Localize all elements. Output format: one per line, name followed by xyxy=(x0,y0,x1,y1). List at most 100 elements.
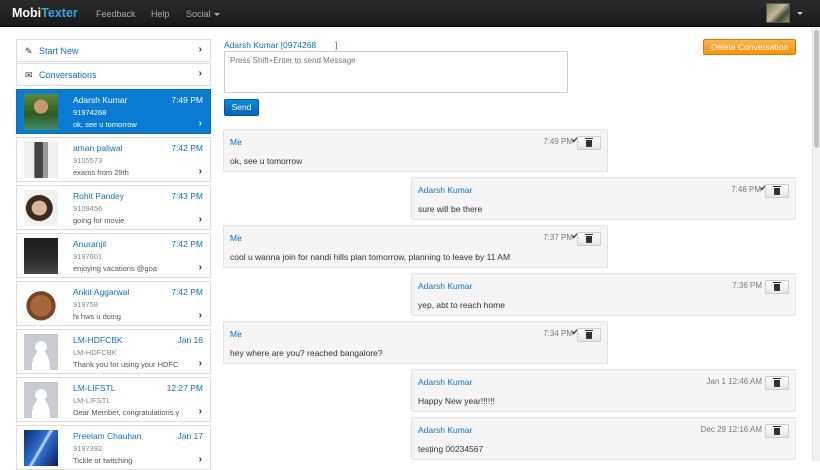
contact-avatar xyxy=(24,286,58,322)
brand-name-part2: Texter xyxy=(41,6,78,20)
contact-number: 9109456 xyxy=(73,204,103,213)
message-time: 7:46 PM xyxy=(731,185,761,194)
caret-down-icon xyxy=(213,13,220,17)
message-bubble: Me 7:49 PM ✔ ok, see u tomorrow xyxy=(223,129,608,172)
chevron-right-icon: › xyxy=(198,44,202,55)
contact-name: LM-LIFSTL xyxy=(73,383,116,393)
conversation-item[interactable]: Rohit Pandey 7:43 PM 9109456 going for m… xyxy=(16,185,211,230)
contact-avatar xyxy=(24,190,58,226)
message-bubble: Adarsh Kumar Jan 1 12:46 AM Happy New ye… xyxy=(411,369,796,412)
conversation-time: 7:42 PM xyxy=(171,143,203,153)
chevron-right-icon: › xyxy=(198,454,202,465)
pencil-icon: ✎ xyxy=(25,46,33,56)
message-time: 7:36 PM xyxy=(732,281,762,290)
message-sender: Adarsh Kumar xyxy=(418,281,473,291)
chevron-right-icon: › xyxy=(198,166,202,177)
conversation-time: 7:49 PM xyxy=(171,95,203,105)
trash-icon xyxy=(585,138,593,147)
delete-message-button[interactable] xyxy=(765,424,789,438)
message-snippet: exams from 29th xyxy=(73,168,129,177)
message-time: 7:34 PM xyxy=(543,329,573,338)
contact-name: Adarsh Kumar xyxy=(73,95,128,105)
conversation-item[interactable]: Adarsh Kumar 7:49 PM 91974268 ok, see u … xyxy=(16,89,211,134)
account-caret-icon[interactable] xyxy=(797,12,803,15)
nav-social-dropdown[interactable]: Social xyxy=(186,9,220,19)
delete-conversation-button[interactable]: Delete Conversation xyxy=(703,39,796,55)
chevron-right-icon: › xyxy=(198,214,202,225)
message-text: cool u wanna join for nandi hills plan t… xyxy=(230,252,511,262)
conversation-time: 7:43 PM xyxy=(171,191,203,201)
conversation-time: 7:42 PM xyxy=(171,287,203,297)
delete-message-button[interactable] xyxy=(765,184,789,198)
chevron-right-icon: › xyxy=(198,310,202,321)
scrollbar-thumb[interactable] xyxy=(814,30,819,148)
delete-message-button[interactable] xyxy=(577,232,601,246)
conversation-time: Jan 16 xyxy=(177,335,203,345)
conversations-button[interactable]: ✉ Conversations › xyxy=(16,63,211,86)
chevron-right-icon: › xyxy=(198,118,202,129)
message-text: testing 00234567 xyxy=(418,444,484,454)
message-snippet: ok, see u tomorrow xyxy=(73,120,137,129)
contact-number: 919758 xyxy=(73,300,99,309)
trash-icon xyxy=(773,282,781,291)
delete-message-button[interactable] xyxy=(577,328,601,342)
send-button[interactable]: Send xyxy=(224,99,259,116)
conversation-item[interactable]: LM-LIFSTL 12:27 PM LM-LIFSTL Dear Member… xyxy=(16,377,211,422)
message-snippet: Thank you for using your HDFC xyxy=(73,360,179,369)
message-bubble: Adarsh Kumar Dec 29 12:16 AM testing 002… xyxy=(411,417,796,460)
contact-number: 9197392 xyxy=(73,444,103,453)
message-snippet: hi hws u doing xyxy=(73,312,121,321)
start-new-button[interactable]: ✎ Start New › xyxy=(16,39,211,62)
conversation-item[interactable]: LM-HDFCBK Jan 16 LM-HDFCBK Thank you for… xyxy=(16,329,211,374)
envelope-icon: ✉ xyxy=(25,70,33,80)
delete-message-button[interactable] xyxy=(577,136,601,150)
conversation-time: 7:42 PM xyxy=(171,239,203,249)
conversation-time: Jan 17 xyxy=(177,431,203,441)
brand-logo[interactable]: MobiTexter xyxy=(12,6,78,20)
nav-social-label: Social xyxy=(186,9,211,19)
conversations-label: Conversations xyxy=(39,70,97,80)
message-text: yep, abt to reach home xyxy=(418,300,505,310)
contact-name: Ankit Aggarwal xyxy=(73,287,130,297)
message-sender: Adarsh Kumar xyxy=(418,425,473,435)
message-bubble: Me 7:34 PM ✔ hey where are you? reached … xyxy=(223,321,608,364)
message-text: ok, see u tomorrow xyxy=(230,156,303,166)
message-snippet: Dear Member, congratulations y xyxy=(73,408,180,417)
message-sender: Me xyxy=(230,137,242,147)
message-text: sure will be there xyxy=(418,204,483,214)
conversation-item[interactable]: aman paliwal 7:42 PM 9105573 exams from … xyxy=(16,137,211,182)
conversation-item[interactable]: Anuranjil 7:42 PM 9197601 enjoying vacat… xyxy=(16,233,211,278)
chevron-right-icon: › xyxy=(198,406,202,417)
message-sender: Adarsh Kumar xyxy=(418,185,473,195)
message-bubble: Adarsh Kumar 7:36 PM yep, abt to reach h… xyxy=(411,273,796,316)
message-text: Happy New year!!!!!! xyxy=(418,396,496,406)
user-avatar[interactable] xyxy=(766,3,790,23)
message-sender: Adarsh Kumar xyxy=(418,377,473,387)
contact-number: 91974268 xyxy=(73,108,107,117)
message-time: Dec 29 12:16 AM xyxy=(700,425,762,434)
conversation-item[interactable]: Preelam Chauhan Jan 17 9197392 Tickle or… xyxy=(16,425,211,470)
message-sender: Me xyxy=(230,233,242,243)
contact-number: 9197601 xyxy=(73,252,103,261)
message-snippet: enjoying vacations @goa xyxy=(73,264,157,273)
delete-message-button[interactable] xyxy=(765,280,789,294)
contact-name: Preelam Chauhan xyxy=(73,431,142,441)
page-scrollbar[interactable] xyxy=(812,27,820,461)
message-snippet: going for movie xyxy=(73,216,125,225)
contact-number: 9105573 xyxy=(73,156,103,165)
chevron-right-icon: › xyxy=(198,68,202,79)
conversation-item[interactable]: Ankit Aggarwal 7:42 PM 919758 hi hws u d… xyxy=(16,281,211,326)
trash-icon xyxy=(585,234,593,243)
contact-name: Anuranjil xyxy=(73,239,107,249)
trash-icon xyxy=(585,330,593,339)
trash-icon xyxy=(773,378,781,387)
message-input[interactable] xyxy=(224,51,568,93)
nav-help-link[interactable]: Help xyxy=(151,9,170,19)
contact-avatar xyxy=(24,94,58,130)
message-time: 7:37 PM xyxy=(543,233,573,242)
chevron-right-icon: › xyxy=(198,358,202,369)
contact-avatar xyxy=(24,382,58,418)
trash-icon xyxy=(773,186,781,195)
delete-message-button[interactable] xyxy=(765,376,789,390)
nav-feedback-link[interactable]: Feedback xyxy=(96,9,136,19)
